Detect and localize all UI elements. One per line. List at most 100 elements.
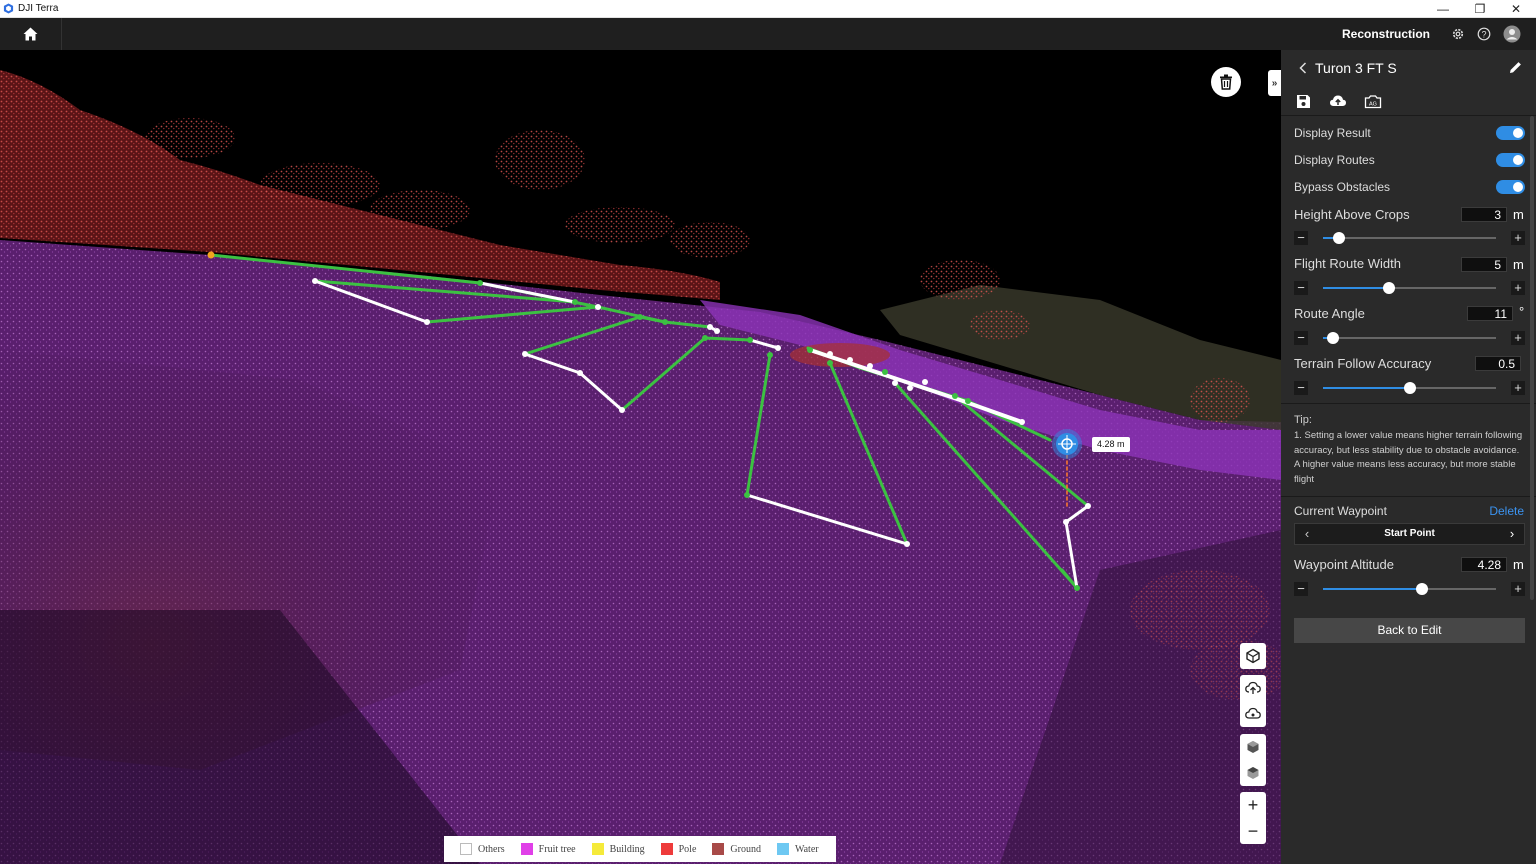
legend-label: Fruit tree [538, 843, 576, 855]
collapse-panel-button[interactable]: » [1268, 70, 1281, 96]
slider-track[interactable] [1323, 332, 1496, 344]
width-decrease-button[interactable]: − [1294, 281, 1308, 295]
module-title: Reconstruction [1341, 27, 1430, 41]
panel-toolbar: AG [1281, 86, 1536, 116]
distance-label: 4.28 m [1092, 437, 1130, 452]
legend-label: Water [794, 843, 819, 855]
accuracy-increase-button[interactable]: + [1511, 381, 1525, 395]
close-window-button[interactable]: ✕ [1498, 0, 1534, 18]
home-button[interactable] [0, 18, 62, 50]
slider-track[interactable] [1323, 382, 1496, 394]
cloud-sync-icon [1245, 707, 1261, 719]
slider-thumb[interactable] [1415, 583, 1428, 595]
zoom-in-button[interactable]: + [1240, 792, 1266, 818]
terrain-follow-accuracy-input[interactable]: 0.5 [1475, 356, 1521, 371]
help-button[interactable]: ? [1475, 25, 1493, 43]
tip-title: Tip: [1294, 414, 1312, 426]
3d-viewport[interactable]: » 4.28 m + − Others Fruit tree Building … [0, 50, 1281, 864]
dji-terra-logo-icon [3, 3, 14, 14]
height-above-crops-slider[interactable]: − + [1294, 230, 1525, 246]
route-angle-slider[interactable]: − + [1294, 330, 1525, 346]
legend-label: Pole [678, 843, 697, 855]
accuracy-decrease-button[interactable]: − [1294, 381, 1308, 395]
panel-scrollbar[interactable] [1530, 116, 1534, 600]
double-chevron-right-icon: » [1271, 77, 1278, 89]
upload-button[interactable] [1329, 92, 1347, 110]
display-routes-label: Display Routes [1294, 153, 1375, 167]
upload-cloud-button[interactable] [1240, 675, 1266, 701]
slider-track[interactable] [1323, 232, 1496, 244]
legend-item-pole: Pole [660, 843, 697, 855]
legend-label: Others [478, 843, 505, 855]
slider-thumb[interactable] [1382, 282, 1395, 294]
selected-waypoint-marker[interactable] [1052, 429, 1082, 459]
upload-icon [1330, 95, 1346, 106]
legend-swatch [660, 843, 673, 855]
previous-waypoint-icon[interactable]: ‹ [1299, 526, 1315, 542]
user-avatar-button[interactable] [1503, 25, 1521, 43]
point-cloud-scene[interactable] [0, 50, 1281, 864]
bypass-obstacles-label: Bypass Obstacles [1294, 180, 1391, 194]
route-angle-label: Route Angle [1294, 306, 1365, 321]
legend-swatch [712, 843, 725, 855]
back-to-edit-button[interactable]: Back to Edit [1294, 618, 1525, 643]
ai-camera-button[interactable]: AG [1364, 92, 1382, 110]
cloud-sync-button[interactable] [1240, 701, 1266, 727]
bypass-obstacles-toggle[interactable] [1496, 180, 1525, 194]
svg-text:AG: AG [1369, 101, 1377, 107]
slider-thumb[interactable] [1332, 232, 1345, 244]
svg-text:?: ? [1481, 29, 1486, 39]
slider-track[interactable] [1323, 282, 1496, 294]
panel-title: Turon 3 FT S [1315, 60, 1397, 76]
slider-track[interactable] [1323, 583, 1496, 595]
legend-item-fruit-tree: Fruit tree [520, 843, 576, 855]
3d-view-button[interactable] [1240, 643, 1266, 669]
slider-thumb[interactable] [1403, 382, 1416, 394]
legend-swatch [776, 843, 789, 855]
terrain-follow-accuracy-slider[interactable]: − + [1294, 380, 1525, 396]
angle-increase-button[interactable]: + [1511, 331, 1525, 345]
cube-front-view-button[interactable] [1240, 734, 1266, 760]
legend-label: Building [609, 843, 645, 855]
window-title: DJI Terra [18, 3, 59, 14]
ai-camera-icon: AG [1364, 94, 1382, 108]
settings-button[interactable] [1449, 25, 1467, 43]
3d-view-icon [1246, 648, 1260, 664]
waypoint-altitude-label: Waypoint Altitude [1294, 557, 1394, 572]
waypoint-altitude-input[interactable]: 4.28 [1461, 557, 1507, 572]
flight-route-width-input[interactable]: 5 [1461, 257, 1507, 272]
tip-text: 1. Setting a lower value means higher te… [1294, 430, 1523, 485]
angle-decrease-button[interactable]: − [1294, 331, 1308, 345]
height-decrease-button[interactable]: − [1294, 231, 1308, 245]
maximize-button[interactable]: ❐ [1462, 0, 1498, 18]
legend-swatch [520, 843, 533, 855]
waypoint-altitude-slider[interactable]: − + [1294, 581, 1525, 597]
delete-route-button[interactable] [1211, 67, 1241, 97]
upload-cloud-icon [1245, 681, 1261, 694]
width-increase-button[interactable]: + [1511, 281, 1525, 295]
cube-top-view-button[interactable] [1240, 760, 1266, 786]
legend-swatch [591, 843, 604, 855]
back-chevron-icon[interactable] [1299, 62, 1307, 74]
altitude-decrease-button[interactable]: − [1294, 582, 1308, 596]
classification-legend: Others Fruit tree Building Pole Ground W… [444, 836, 836, 862]
minimize-button[interactable]: — [1425, 0, 1461, 18]
height-above-crops-input[interactable]: 3 [1461, 207, 1507, 222]
legend-label: Ground [730, 843, 761, 855]
zoom-out-button[interactable]: − [1240, 818, 1266, 844]
display-result-toggle[interactable] [1496, 126, 1525, 140]
save-button[interactable] [1294, 92, 1312, 110]
slider-fill [1323, 387, 1410, 389]
display-routes-toggle[interactable] [1496, 153, 1525, 167]
route-angle-input[interactable]: 11 [1467, 306, 1513, 321]
flight-route-width-slider[interactable]: − + [1294, 280, 1525, 296]
legend-item-others: Others [460, 843, 505, 855]
edit-pencil-icon[interactable] [1509, 61, 1522, 74]
delete-waypoint-link[interactable]: Delete [1489, 504, 1524, 518]
panel-divider [1281, 496, 1536, 497]
altitude-increase-button[interactable]: + [1511, 582, 1525, 596]
height-increase-button[interactable]: + [1511, 231, 1525, 245]
slider-thumb[interactable] [1327, 332, 1340, 344]
height-above-crops-label: Height Above Crops [1294, 207, 1410, 222]
next-waypoint-icon[interactable]: › [1504, 526, 1520, 542]
